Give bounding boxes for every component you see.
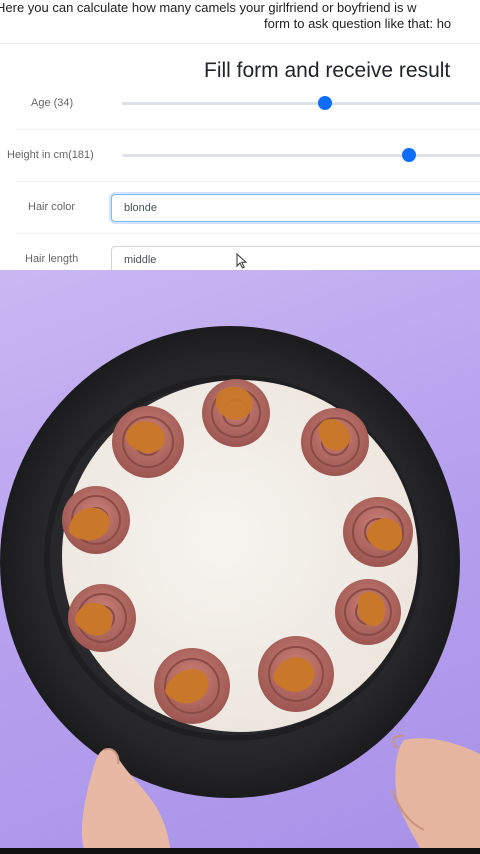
mouse-pointer-icon (236, 253, 247, 269)
hair-length-input[interactable]: middle (111, 246, 480, 270)
hair-color-input[interactable]: blonde (111, 194, 480, 222)
row-divider (16, 181, 480, 182)
age-slider-thumb[interactable] (318, 96, 332, 110)
row-divider (16, 129, 480, 130)
row-divider (16, 233, 480, 234)
video-frame (0, 270, 480, 848)
age-label: Age (34) (31, 97, 74, 109)
form-panel: Here you can calculate how many camels y… (0, 0, 480, 270)
height-slider[interactable] (122, 154, 480, 157)
intro-line-1: Here you can calculate how many camels y… (0, 0, 417, 15)
divider (0, 43, 480, 44)
intro-text: Here you can calculate how many camels y… (0, 0, 480, 40)
bottom-bar (0, 848, 480, 854)
cake-image (0, 326, 480, 848)
hair-length-label: Hair length (25, 253, 79, 265)
height-label: Height in cm(181) (7, 149, 94, 161)
height-slider-thumb[interactable] (402, 148, 416, 162)
intro-line-2: form to ask question like that: ho (264, 16, 452, 31)
form-title: Fill form and receive result (204, 59, 451, 82)
hair-color-label: Hair color (28, 201, 76, 213)
age-slider[interactable] (122, 102, 480, 105)
